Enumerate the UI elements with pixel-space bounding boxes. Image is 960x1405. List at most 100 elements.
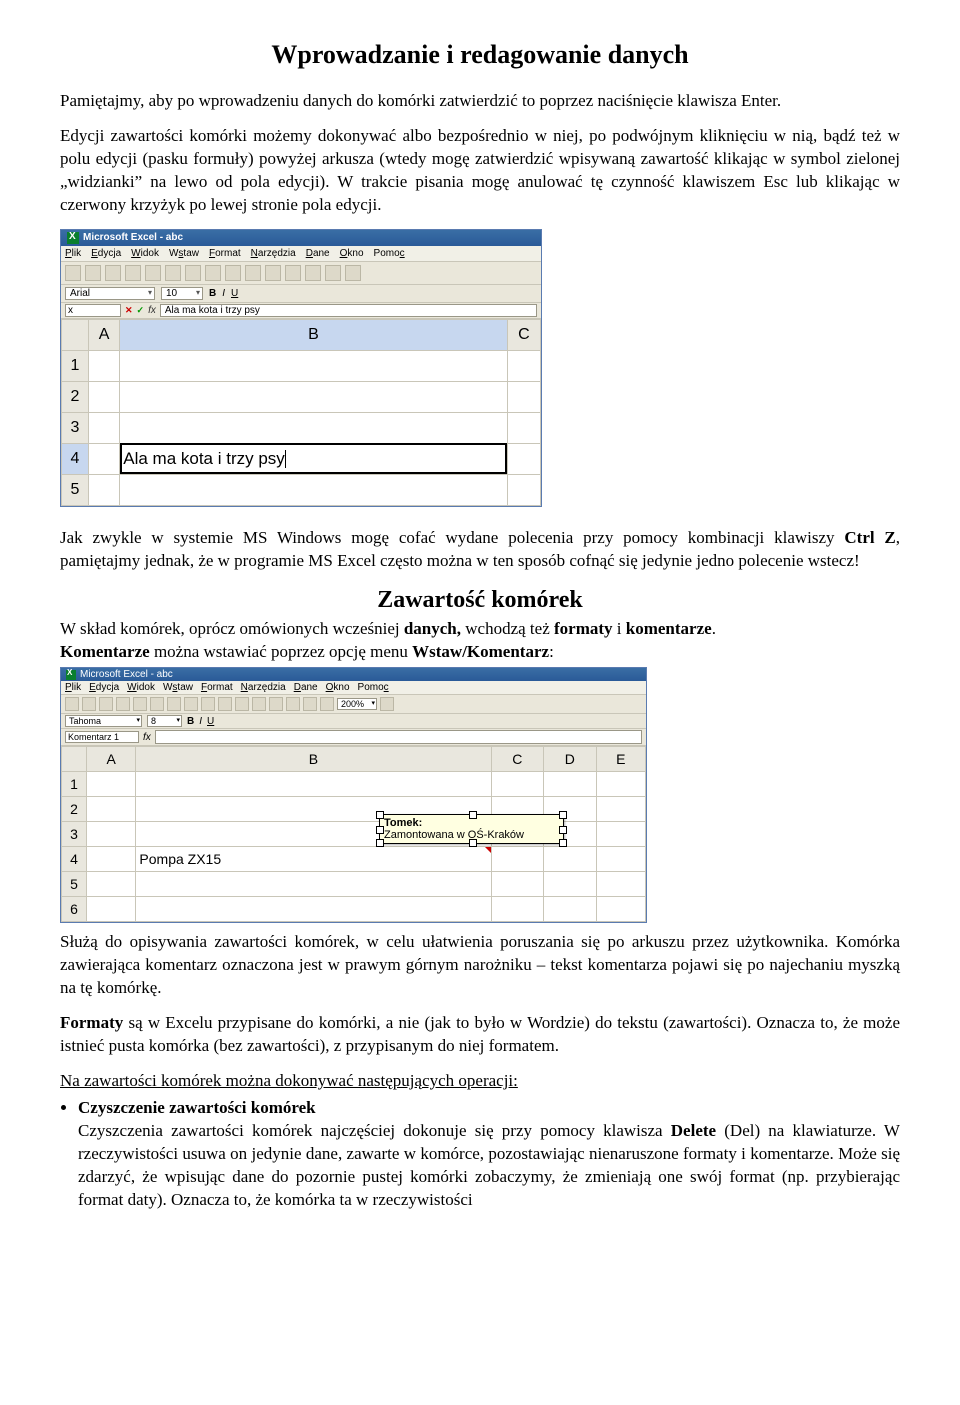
menu-pomoc[interactable]: Pomoc xyxy=(374,248,405,259)
menu-wstaw[interactable]: Wstaw xyxy=(169,248,199,259)
cell-b4-active[interactable]: Ala ma kota i trzy psy xyxy=(120,443,507,474)
select-all-corner[interactable] xyxy=(62,747,87,772)
link-icon[interactable] xyxy=(235,697,249,711)
menu-widok[interactable]: Widok xyxy=(127,682,155,693)
font-name-dropdown[interactable]: Arial xyxy=(65,287,155,300)
underline-button[interactable]: U xyxy=(231,288,238,299)
row-header-5[interactable]: 5 xyxy=(62,474,89,505)
select-all-corner[interactable] xyxy=(62,319,89,350)
cell-c4[interactable] xyxy=(507,443,540,474)
undo-icon[interactable] xyxy=(245,265,261,281)
confirm-edit-icon[interactable]: ✓ xyxy=(137,305,145,316)
preview-icon[interactable] xyxy=(133,697,147,711)
sum-icon[interactable] xyxy=(252,697,266,711)
cell-b2[interactable] xyxy=(120,381,507,412)
menu-edycja[interactable]: Edycja xyxy=(89,682,119,693)
comment-box[interactable]: Tomek: Zamontowana w OŚ-Kraków xyxy=(379,814,564,844)
open-icon[interactable] xyxy=(82,697,96,711)
resize-handle-icon[interactable] xyxy=(376,811,384,819)
paste-icon[interactable] xyxy=(225,265,241,281)
underline-button[interactable]: U xyxy=(207,716,214,727)
cell-b1[interactable] xyxy=(120,350,507,381)
sort-za-icon[interactable] xyxy=(286,697,300,711)
menu-edycja[interactable]: Edycja xyxy=(91,248,121,259)
copy-icon[interactable] xyxy=(205,265,221,281)
bold-button[interactable]: B xyxy=(187,716,194,727)
cell-a5[interactable] xyxy=(89,474,120,505)
save-icon[interactable] xyxy=(105,265,121,281)
menu-wstaw[interactable]: Wstaw xyxy=(163,682,193,693)
row-header-2[interactable]: 2 xyxy=(62,797,87,822)
font-size-dropdown[interactable]: 10 xyxy=(161,287,203,300)
print-icon[interactable] xyxy=(125,265,141,281)
menu-dane[interactable]: Dane xyxy=(306,248,330,259)
open-icon[interactable] xyxy=(85,265,101,281)
menu-plik[interactable]: Plik xyxy=(65,248,81,259)
menu-widok[interactable]: Widok xyxy=(131,248,159,259)
redo-icon[interactable] xyxy=(218,697,232,711)
paste-icon[interactable] xyxy=(184,697,198,711)
row-header-6[interactable]: 6 xyxy=(62,897,87,922)
formula-input-2[interactable] xyxy=(155,730,642,744)
cut-icon[interactable] xyxy=(185,265,201,281)
cell-b3[interactable] xyxy=(120,412,507,443)
zoom-dropdown[interactable]: 200% xyxy=(337,698,377,710)
italic-button[interactable]: I xyxy=(199,716,202,727)
row-header-3[interactable]: 3 xyxy=(62,822,87,847)
resize-handle-icon[interactable] xyxy=(559,826,567,834)
italic-button[interactable]: I xyxy=(222,288,225,299)
row-header-3[interactable]: 3 xyxy=(62,412,89,443)
save-icon[interactable] xyxy=(99,697,113,711)
fx-icon[interactable]: fx xyxy=(148,305,156,316)
font-name-dropdown[interactable]: Tahoma xyxy=(65,715,142,727)
col-header-b[interactable]: B xyxy=(136,747,491,772)
row-header-4[interactable]: 4 xyxy=(62,443,89,474)
draw-icon[interactable] xyxy=(320,697,334,711)
col-header-c[interactable]: C xyxy=(507,319,540,350)
menu-dane[interactable]: Dane xyxy=(294,682,318,693)
cell-a2[interactable] xyxy=(89,381,120,412)
cell-c2[interactable] xyxy=(507,381,540,412)
cell-b5[interactable] xyxy=(120,474,507,505)
col-header-a[interactable]: A xyxy=(89,319,120,350)
print-icon[interactable] xyxy=(116,697,130,711)
cell-c3[interactable] xyxy=(507,412,540,443)
preview-icon[interactable] xyxy=(145,265,161,281)
cell-b4[interactable]: Pompa ZX15 xyxy=(136,847,491,872)
formula-input[interactable]: Ala ma kota i trzy psy xyxy=(160,304,537,317)
cell-a4[interactable] xyxy=(89,443,120,474)
row-header-4[interactable]: 4 xyxy=(62,847,87,872)
col-header-d[interactable]: D xyxy=(544,747,597,772)
cell-a1[interactable] xyxy=(89,350,120,381)
resize-handle-icon[interactable] xyxy=(559,839,567,847)
spell-icon[interactable] xyxy=(165,265,181,281)
col-header-c[interactable]: C xyxy=(491,747,544,772)
menu-okno[interactable]: Okno xyxy=(340,248,364,259)
redo-icon[interactable] xyxy=(265,265,281,281)
sort-az-icon[interactable] xyxy=(305,265,321,281)
row-header-1[interactable]: 1 xyxy=(62,772,87,797)
help-icon[interactable] xyxy=(380,697,394,711)
chart-icon[interactable] xyxy=(303,697,317,711)
new-icon[interactable] xyxy=(65,697,79,711)
resize-handle-icon[interactable] xyxy=(469,839,477,847)
resize-handle-icon[interactable] xyxy=(559,811,567,819)
copy-icon[interactable] xyxy=(167,697,181,711)
cell-c5[interactable] xyxy=(507,474,540,505)
bold-button[interactable]: B xyxy=(209,288,216,299)
menu-okno[interactable]: Okno xyxy=(326,682,350,693)
new-icon[interactable] xyxy=(65,265,81,281)
sum-icon[interactable] xyxy=(285,265,301,281)
menu-format[interactable]: Format xyxy=(209,248,241,259)
chart-icon[interactable] xyxy=(345,265,361,281)
row-header-5[interactable]: 5 xyxy=(62,872,87,897)
row-header-2[interactable]: 2 xyxy=(62,381,89,412)
menu-pomoc[interactable]: Pomoc xyxy=(358,682,389,693)
font-size-dropdown[interactable]: 8 xyxy=(147,715,182,727)
name-box[interactable]: x xyxy=(65,304,121,317)
fx-icon[interactable]: fx xyxy=(143,732,151,743)
cell-c1[interactable] xyxy=(507,350,540,381)
menu-format[interactable]: Format xyxy=(201,682,233,693)
cancel-edit-icon[interactable]: ✕ xyxy=(125,305,133,316)
row-header-1[interactable]: 1 xyxy=(62,350,89,381)
